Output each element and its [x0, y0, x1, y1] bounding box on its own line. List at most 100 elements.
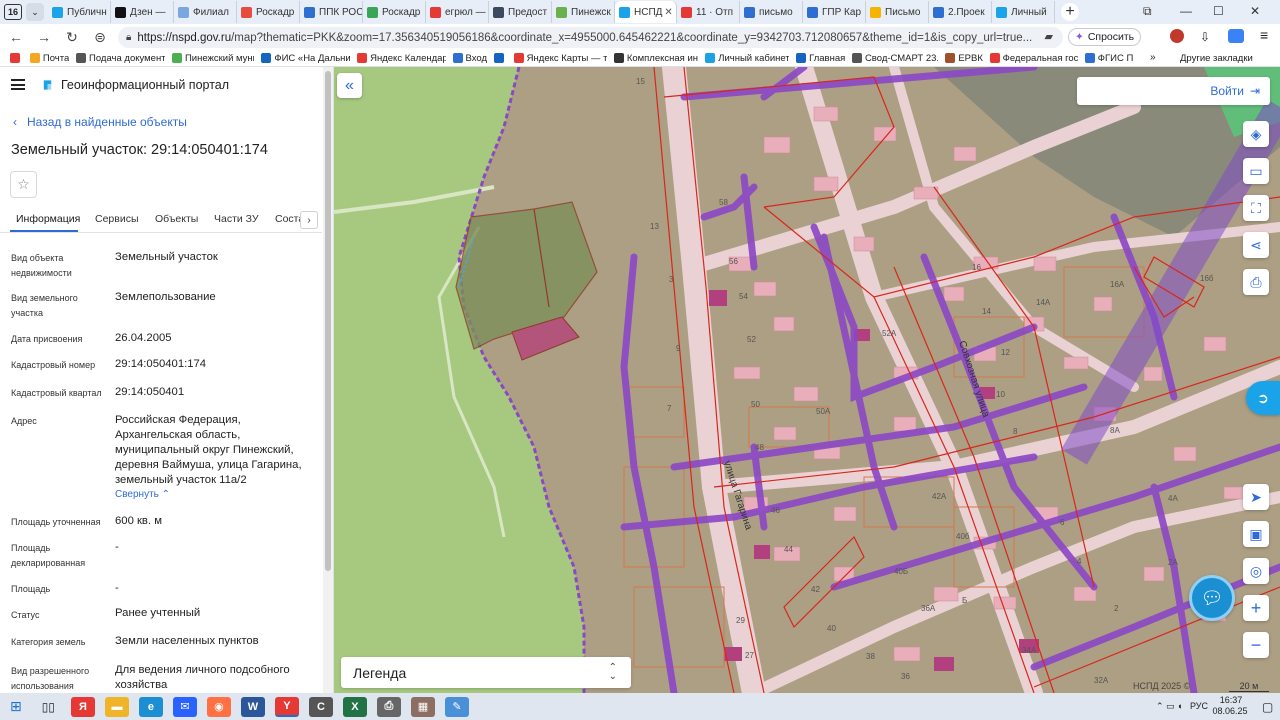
browser-tab[interactable]: ГПР Кар [803, 1, 866, 23]
tab-information[interactable]: Информация [16, 213, 80, 225]
bookmark-item[interactable]: Свод-СМАРТ 23.1 [851, 53, 938, 64]
browser-tab[interactable]: Роскадр [363, 1, 426, 23]
browser-tab[interactable]: Пинежск [552, 1, 615, 23]
tab-parts[interactable]: Части ЗУ [214, 213, 259, 225]
bookmark-item[interactable] [493, 53, 507, 63]
close-tab-icon[interactable]: ✕ [662, 7, 672, 18]
clock-time[interactable]: 16:37 [1216, 695, 1246, 705]
browser-tab[interactable]: егрюл — [426, 1, 489, 23]
zoom-in-icon[interactable]: + [1243, 595, 1269, 621]
site-settings-icon[interactable]: ⊜ [86, 29, 114, 46]
bookmark-item[interactable]: Яндекс Календар [357, 53, 446, 64]
locate-me-icon[interactable]: ➤ [1243, 484, 1269, 510]
browser-tab[interactable]: Предост [489, 1, 552, 23]
bookmark-item[interactable]: ФИС «На Дальни [261, 53, 350, 64]
browser-tab[interactable]: письмо [740, 1, 803, 23]
restore-window-icon[interactable]: ⧉ [1143, 4, 1152, 19]
browser-tab[interactable]: ППК РОС [300, 1, 363, 23]
edge-icon[interactable]: e [138, 696, 163, 717]
browser-tab[interactable]: Личный [992, 1, 1055, 23]
browser-tab[interactable]: 2.Проек [929, 1, 992, 23]
zoom-out-icon[interactable]: − [1243, 632, 1269, 658]
browser-tab[interactable]: НСПД ✕ [615, 1, 677, 23]
minimize-icon[interactable]: — [1180, 4, 1192, 18]
start-icon[interactable]: ⊞ [10, 698, 22, 715]
collapse-panel-icon[interactable]: « [337, 73, 362, 98]
extension-icon[interactable] [1170, 29, 1184, 43]
sidebar-scrollbar[interactable] [323, 67, 333, 693]
select-area-icon[interactable]: ⛶ [1243, 195, 1269, 221]
bookmark-item[interactable]: Вход [452, 53, 487, 64]
browser-tab[interactable]: Письмо [866, 1, 929, 23]
bookmark-icon[interactable]: ▰ [1045, 30, 1053, 43]
geolocation-icon[interactable]: ◎ [1243, 558, 1269, 584]
tabs-scroll-right-icon[interactable]: › [300, 211, 318, 229]
new-tab-button[interactable]: + [1061, 3, 1079, 21]
excel-icon[interactable]: X [342, 696, 367, 717]
login-button[interactable]: Войти ⇥ [1077, 77, 1270, 105]
profile-icon[interactable] [1228, 29, 1244, 43]
notifications-icon[interactable]: ▢ [1262, 700, 1273, 714]
selected-parcel[interactable] [455, 201, 598, 350]
all-bookmarks[interactable]: Другие закладки [1180, 53, 1253, 64]
bookmark-item[interactable]: Комплексная инф [613, 53, 698, 64]
download-icon[interactable]: ⇩ [1200, 30, 1210, 44]
firefox-icon[interactable]: ◉ [206, 696, 231, 717]
back-arrow-icon[interactable]: ← [2, 29, 30, 45]
bookmark-item[interactable]: Личный кабинет [705, 53, 789, 64]
maximize-icon[interactable]: ☐ [1213, 4, 1224, 18]
close-window-icon[interactable]: ✕ [1250, 4, 1260, 18]
forward-arrow-icon[interactable]: → [30, 29, 58, 45]
legend-dropdown[interactable]: Легенда ⌃ ⌄ [341, 657, 631, 688]
browser-tab[interactable]: Роскадр [237, 1, 300, 23]
bookmark-item[interactable] [10, 53, 23, 63]
browser-tab[interactable]: 11 · Отп [677, 1, 740, 23]
collapse-address-link[interactable]: Свернуть ⌃ [115, 489, 170, 500]
task-view-icon[interactable]: ▯▯ [42, 700, 55, 714]
input-language[interactable]: РУС [1190, 701, 1208, 711]
favorite-star-icon[interactable]: ☆ [10, 171, 37, 198]
bookmark-item[interactable]: Почта [29, 53, 69, 64]
chat-support-icon[interactable]: 💬︎ [1189, 575, 1235, 621]
reload-icon[interactable]: ↻ [58, 29, 86, 46]
hamburger-menu-icon[interactable] [11, 79, 25, 90]
print-icon[interactable]: ⎙ [1243, 269, 1269, 295]
back-to-results-link[interactable]: ‹ Назад в найденные объекты [13, 115, 187, 129]
tab-services[interactable]: Сервисы [95, 213, 139, 225]
tray-icons[interactable]: ⌃ ▭ ◖ [1156, 701, 1182, 712]
app-icon[interactable]: ▦ [410, 696, 435, 717]
menu-icon[interactable]: ≡ [1260, 27, 1268, 43]
browser-tab[interactable]: Филиал [174, 1, 237, 23]
assistant-chat-icon[interactable]: ➲ [1246, 381, 1280, 415]
browser-tab[interactable]: Публичн [48, 1, 111, 23]
bookmark-item[interactable]: Главная [796, 53, 845, 64]
notes-icon[interactable]: ✎ [444, 696, 469, 717]
mail-icon[interactable]: ✉ [172, 696, 197, 717]
word-icon[interactable]: W [240, 696, 265, 717]
bookmark-item[interactable]: ФГИС П [1084, 53, 1133, 64]
cadastral-map[interactable]: 15 58 56 54 52 50 50А 48 46 44 42 40 38 … [334, 67, 1280, 693]
yandex-browser-icon[interactable]: Y [274, 696, 299, 717]
bookmark-item[interactable]: Подача документ [76, 53, 165, 64]
share-icon[interactable]: ⋖ [1243, 232, 1269, 258]
file-explorer-icon[interactable]: ▬ [104, 696, 129, 717]
bookmark-item[interactable]: Федеральная гос [989, 53, 1078, 64]
measure-ruler-icon[interactable]: ▭ [1243, 158, 1269, 184]
clock-date[interactable]: 08.06.25 [1212, 706, 1248, 716]
bookmarks-more[interactable]: » [1150, 52, 1156, 63]
address-bar[interactable]: 🔒︎ https://nspd.gov.ru/map?thematic=PKK&… [118, 27, 1063, 48]
yandex-icon[interactable]: Я [70, 696, 95, 717]
ask-ai-button[interactable]: ✦ Спросить [1068, 28, 1142, 46]
layers-icon[interactable]: ◈ [1243, 121, 1269, 147]
tab-count-button[interactable]: 16 [4, 4, 22, 20]
bookmark-item[interactable]: Пинежский муни [171, 53, 254, 64]
browser-tab[interactable]: Дзен — [111, 1, 174, 23]
tab-list-dropdown[interactable]: ⌄ [26, 3, 44, 21]
map-canvas[interactable]: 15 58 56 54 52 50 50А 48 46 44 42 40 38 … [334, 67, 1280, 693]
chrome-icon[interactable]: C [308, 696, 333, 717]
bookmark-item[interactable]: Яндекс Карты — т [513, 53, 607, 64]
bookmark-item[interactable]: ЕРВК [945, 53, 983, 64]
printer-icon[interactable]: ⎙ [376, 696, 401, 717]
mini-map-icon[interactable]: ▣ [1243, 521, 1269, 547]
scrollbar-thumb[interactable] [325, 71, 331, 571]
